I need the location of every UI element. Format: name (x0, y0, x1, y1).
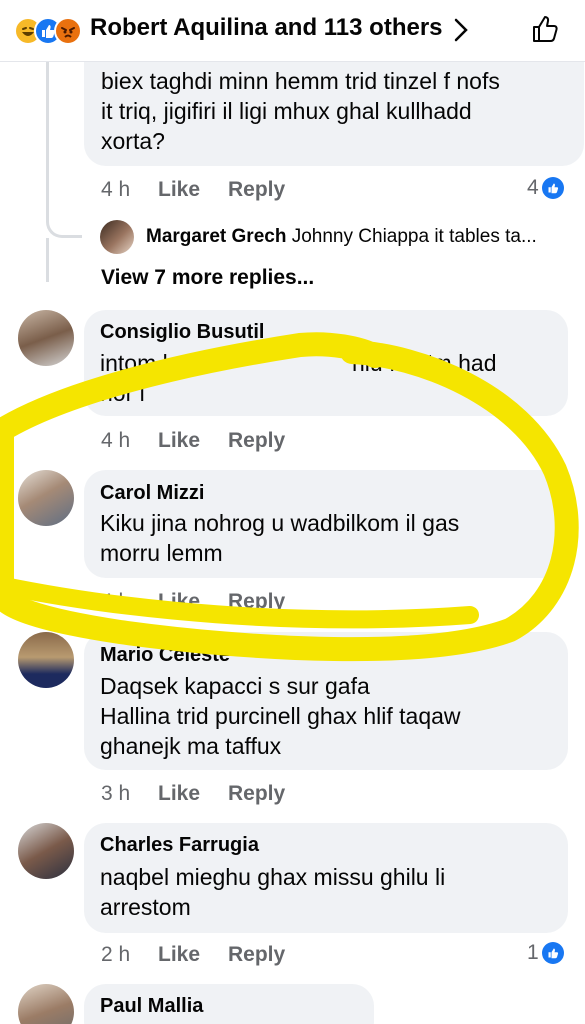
thread-line (46, 62, 49, 212)
view-more-replies-link[interactable]: View 7 more replies... (101, 266, 314, 290)
comment-author[interactable]: Paul Mallia (100, 995, 203, 1018)
comment-timestamp[interactable]: 4 h (101, 429, 130, 453)
comment-bubble[interactable]: Consiglio Busutil intom l hlu fso#m had … (84, 310, 568, 416)
reaction-count[interactable]: 1 (527, 941, 564, 965)
like-button[interactable]: Like (158, 429, 200, 453)
thread-connector (46, 212, 82, 238)
comment-text: ghanejk ma taffux (100, 733, 282, 759)
comment-text: nor l (100, 380, 145, 406)
comment-timestamp[interactable]: 3 h (101, 782, 130, 806)
comment-text: morru lemm (100, 540, 223, 566)
comment-bubble[interactable]: Mario Celeste Daqsek kapacci s sur gafa … (84, 632, 568, 770)
comment-text: intom l (100, 350, 168, 376)
comment-bubble[interactable]: Paul Mallia (84, 984, 374, 1024)
thread-line (46, 238, 49, 282)
reply-button[interactable]: Reply (228, 943, 285, 967)
reaction-count-value: 4 (527, 176, 539, 199)
comment-timestamp[interactable]: 4 h (101, 178, 130, 202)
comment-text: hlu fso#m had (352, 350, 497, 376)
reply-preview[interactable]: Margaret Grech Johnny Chiappa it tables … (146, 226, 537, 248)
comment-text: it triq, jigifiri il ligi mhux ghal kull… (101, 98, 472, 124)
avatar[interactable] (18, 984, 74, 1024)
avatar[interactable] (18, 310, 74, 366)
avatar[interactable] (18, 823, 74, 879)
like-button[interactable]: Like (158, 590, 200, 614)
comment-author[interactable]: Consiglio Busutil (100, 321, 264, 344)
avatar[interactable] (100, 220, 134, 254)
comment-author[interactable]: Charles Farrugia (100, 834, 259, 857)
like-button[interactable]: Like (158, 782, 200, 806)
comment-text: Hallina trid purcinell ghax hlif taqaw (100, 703, 461, 729)
comment-text: biex taghdi minn hemm trid tinzel f nofs (101, 68, 500, 94)
chevron-right-icon[interactable] (452, 17, 470, 48)
comment-bubble[interactable]: Charles Farrugia naqbel mieghu ghax miss… (84, 823, 568, 933)
like-badge-icon (541, 942, 564, 964)
comment-bubble[interactable]: Carol Mizzi Kiku jina nohrog u wadbilkom… (84, 470, 568, 578)
comment-timestamp[interactable]: 2 h (101, 943, 130, 967)
comment-bubble[interactable]: biex taghdi minn hemm trid tinzel f nofs… (84, 62, 584, 166)
like-button[interactable]: Like (158, 178, 200, 202)
reaction-count-value: 1 (527, 941, 539, 964)
like-button[interactable]: Like (158, 943, 200, 967)
comment-timestamp[interactable]: 4 h (101, 590, 130, 614)
reply-button[interactable]: Reply (228, 782, 285, 806)
comment-text: naqbel mieghu ghax missu ghilu li (100, 864, 446, 890)
comment-text: Daqsek kapacci s sur gafa (100, 673, 370, 699)
comment-text: xorta? (101, 128, 165, 154)
reaction-count[interactable]: 4 (527, 176, 564, 200)
thumbs-up-icon[interactable] (530, 13, 562, 50)
reply-snippet: Johnny Chiappa it tables ta... (291, 226, 537, 247)
comment-text: Kiku jina nohrog u wadbilkom il gas (100, 510, 460, 536)
comment-text: arrestom (100, 894, 191, 920)
reply-button[interactable]: Reply (228, 429, 285, 453)
like-badge-icon (541, 177, 564, 199)
reaction-icons (14, 17, 86, 45)
avatar[interactable] (18, 632, 74, 688)
reactions-title[interactable]: Robert Aquilina and 113 others (90, 14, 443, 42)
reactions-header[interactable]: Robert Aquilina and 113 others (0, 0, 585, 62)
comment-author[interactable]: Carol Mizzi (100, 482, 204, 505)
angry-icon (54, 17, 82, 45)
reply-button[interactable]: Reply (228, 178, 285, 202)
comment-author[interactable]: Mario Celeste (100, 644, 230, 667)
avatar[interactable] (18, 470, 74, 526)
reply-button[interactable]: Reply (228, 590, 285, 614)
reply-author: Margaret Grech (146, 226, 287, 247)
